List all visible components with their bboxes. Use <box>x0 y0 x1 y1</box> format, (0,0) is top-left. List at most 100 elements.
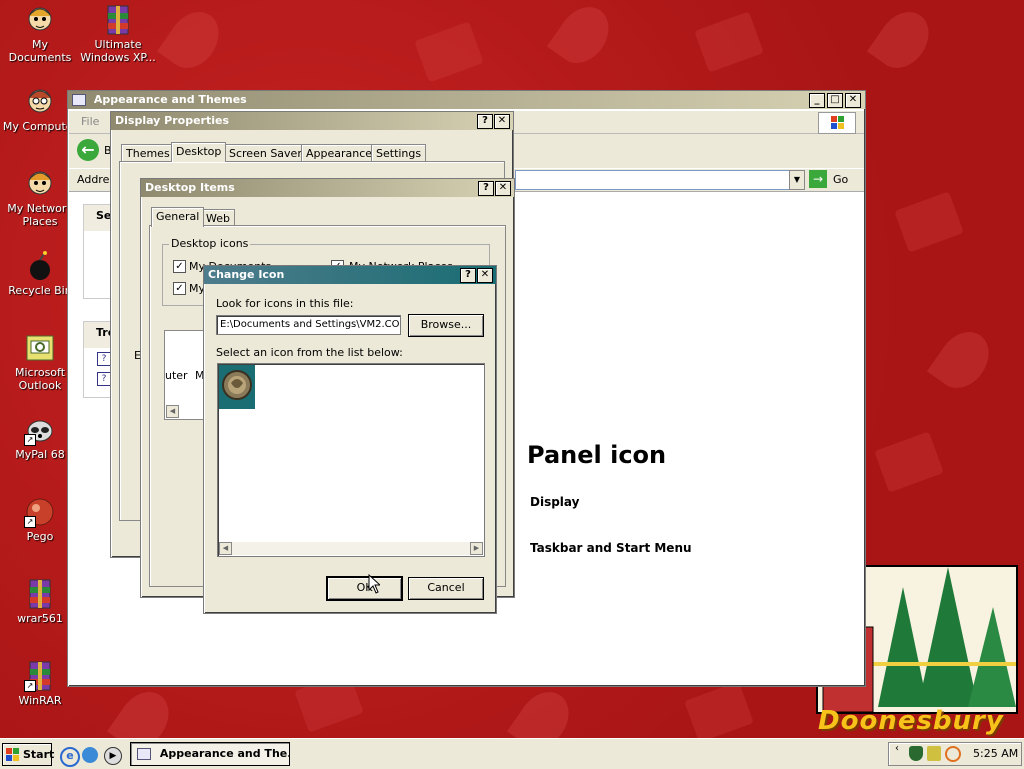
display-properties-title-bar[interactable]: Display Properties ? ✕ <box>111 112 513 130</box>
wallpaper-leaf <box>106 682 180 738</box>
winrar-archive-icon <box>102 4 134 36</box>
taskbar-item-label: Appearance and The... <box>159 747 290 760</box>
tab-settings[interactable]: Settings <box>371 144 427 162</box>
shortcut-arrow-icon: ↗ <box>24 516 36 528</box>
winrar-archive-icon <box>24 578 56 610</box>
select-icon-label: Select an icon from the list below: <box>216 346 403 359</box>
help-button[interactable]: ? <box>460 268 476 283</box>
comic-caption: Doonesbury <box>818 706 1004 736</box>
close-button[interactable]: ✕ <box>495 181 511 196</box>
display-tabs: Themes Desktop Screen Saver Appearance S… <box>121 142 505 162</box>
list-fragment: uter <box>165 369 188 382</box>
browse-button[interactable]: Browse... <box>408 314 484 337</box>
winrar-archive-icon: ↗ <box>24 660 56 692</box>
folder-icon <box>72 94 86 106</box>
windows-logo-icon <box>818 112 856 134</box>
desktop-items-tabs: General Web <box>151 207 351 227</box>
safely-remove-icon[interactable] <box>927 746 941 761</box>
desktop-items-title-bar[interactable]: Desktop Items ? ✕ <box>141 179 514 197</box>
tab-themes[interactable]: Themes <box>121 144 175 162</box>
media-icon[interactable] <box>82 747 98 763</box>
desktop-icon-my-documents[interactable]: My Documents <box>0 4 80 64</box>
tab-appearance[interactable]: Appearance <box>301 144 378 162</box>
look-for-label: Look for icons in this file: <box>216 297 354 310</box>
change-icon-title: Change Icon <box>208 268 285 281</box>
wallpaper-leaf <box>546 0 620 73</box>
cartoon-face-icon <box>24 86 56 118</box>
horizontal-scrollbar[interactable]: ◀ ▶ <box>219 542 483 555</box>
scroll-left-icon[interactable]: ◀ <box>219 542 232 555</box>
side-letter: E <box>134 349 141 362</box>
mouse-cursor-icon <box>368 574 380 594</box>
search-icon[interactable] <box>945 746 961 762</box>
group-label: Desktop icons <box>169 237 251 250</box>
tab-general[interactable]: General <box>151 207 205 227</box>
go-button[interactable]: Go <box>833 173 848 186</box>
taskbar: Start e ▶ Appearance and The... ‹ 5:25 A… <box>0 738 1024 769</box>
desktop-icon-ultimate-windows[interactable]: Ultimate Windows XP... <box>78 4 158 64</box>
icon-list[interactable]: ◀ ▶ <box>217 363 485 557</box>
help-button[interactable]: ? <box>477 114 493 129</box>
maximize-button[interactable]: □ <box>827 93 843 108</box>
ok-button[interactable]: OK <box>326 576 403 601</box>
wallpaper-box <box>894 191 964 253</box>
red-orb-icon: ↗ <box>24 496 56 528</box>
back-arrow-icon[interactable]: ← <box>77 139 99 161</box>
desktop-icon-label: Ultimate Windows XP... <box>80 38 156 64</box>
start-button[interactable]: Start <box>2 743 55 766</box>
cartoon-face-icon <box>24 4 56 36</box>
outlook-icon <box>24 332 56 364</box>
bomb-icon <box>24 250 56 282</box>
close-button[interactable]: ✕ <box>845 93 861 108</box>
close-button[interactable]: ✕ <box>494 114 510 129</box>
close-button[interactable]: ✕ <box>477 268 493 283</box>
desktop-icon-label: WinRAR <box>18 694 62 707</box>
change-icon-title-bar[interactable]: Change Icon ? ✕ <box>204 266 496 284</box>
wallpaper-leaf <box>866 2 940 78</box>
media-player-icon[interactable]: ▶ <box>104 747 122 765</box>
taskbar-item-appearance[interactable]: Appearance and The... <box>130 742 290 766</box>
internet-explorer-icon[interactable]: e <box>60 747 80 767</box>
scroll-right-icon[interactable]: ▶ <box>470 542 483 555</box>
security-shield-icon[interactable] <box>909 746 923 761</box>
windows-flag-icon <box>6 748 19 761</box>
wallpaper-box <box>684 681 754 738</box>
go-arrow-icon[interactable]: → <box>809 170 827 188</box>
scroll-left-icon[interactable]: ◀ <box>166 405 179 418</box>
shortcut-arrow-icon: ↗ <box>24 434 36 446</box>
shortcut-arrow-icon: ↗ <box>24 680 36 692</box>
panel-icon-heading: Panel icon <box>527 441 667 469</box>
address-input[interactable] <box>515 170 791 190</box>
tray-expand-icon[interactable]: ‹ <box>895 743 899 754</box>
raccoon-icon: ↗ <box>24 414 56 446</box>
clock[interactable]: 5:25 AM <box>973 747 1018 760</box>
wallpaper-leaf <box>156 2 230 78</box>
explorer-title-bar[interactable]: Appearance and Themes _ □ ✕ <box>68 91 865 109</box>
explorer-title: Appearance and Themes <box>93 93 247 106</box>
coin-seal-icon <box>222 370 252 400</box>
checkbox-my-documents[interactable]: ✓ <box>173 260 186 273</box>
change-icon-dialog: Change Icon ? ✕ Look for icons in this f… <box>203 265 497 614</box>
menu-file[interactable]: File <box>81 115 99 128</box>
help-icon[interactable]: ? <box>97 352 111 366</box>
folder-icon <box>137 748 151 760</box>
wallpaper-leaf <box>506 682 580 738</box>
desktop-icon-label: My Documents <box>8 38 72 64</box>
taskbar-link[interactable]: Taskbar and Start Menu <box>530 541 692 555</box>
display-properties-title: Display Properties <box>115 114 230 127</box>
help-button[interactable]: ? <box>478 181 494 196</box>
cancel-button[interactable]: Cancel <box>408 577 484 600</box>
selected-icon-item[interactable] <box>219 365 255 409</box>
system-tray: ‹ 5:25 AM <box>888 742 1022 766</box>
address-dropdown-icon[interactable]: ▼ <box>789 170 805 190</box>
wallpaper-box <box>414 21 484 83</box>
checkbox-my-computer[interactable]: ✓ <box>173 282 186 295</box>
start-label: Start <box>23 748 55 761</box>
tab-desktop[interactable]: Desktop <box>171 142 227 162</box>
tab-screen-saver[interactable]: Screen Saver <box>224 144 307 162</box>
cartoon-face-icon <box>24 168 56 200</box>
help-icon[interactable]: ? <box>97 372 111 386</box>
file-path-input[interactable]: E:\Documents and Settings\VM2.COL <box>216 315 401 335</box>
minimize-button[interactable]: _ <box>809 93 825 108</box>
display-link[interactable]: Display <box>530 495 579 509</box>
